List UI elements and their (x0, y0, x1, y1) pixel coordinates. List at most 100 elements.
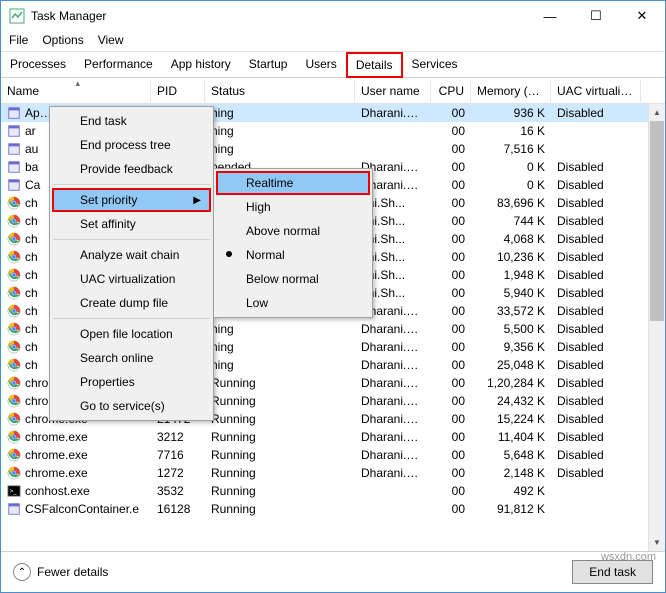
cell-cpu: 00 (431, 412, 471, 426)
cell-user: Dharani.Sh... (355, 340, 431, 354)
menu-view[interactable]: View (98, 33, 124, 47)
cell-uac: Disabled (551, 106, 641, 120)
chevron-up-icon: ⌃ (13, 563, 31, 581)
cell-status: ning (205, 142, 355, 156)
ctx-uac[interactable]: UAC virtualization (52, 267, 211, 291)
header-memory[interactable]: Memory (a... (471, 80, 551, 102)
tab-services[interactable]: Services (403, 52, 467, 78)
cell-uac: Disabled (551, 430, 641, 444)
ctx-goto-services[interactable]: Go to service(s) (52, 394, 211, 418)
task-manager-window: Task Manager — ☐ ✕ File Options View Pro… (0, 0, 666, 593)
cell-name: CSFalconContainer.e (1, 502, 151, 517)
priority-low[interactable]: Low (216, 291, 370, 315)
header-user[interactable]: User name (355, 80, 431, 102)
priority-submenu: Realtime High Above normal Normal Below … (213, 168, 373, 318)
ctx-end-task[interactable]: End task (52, 109, 211, 133)
cell-cpu: 00 (431, 376, 471, 390)
maximize-button[interactable]: ☐ (573, 1, 619, 31)
ctx-separator (53, 184, 210, 185)
ctx-set-affinity[interactable]: Set affinity (52, 212, 211, 236)
menu-file[interactable]: File (9, 33, 28, 47)
priority-realtime[interactable]: Realtime (216, 171, 370, 195)
cell-cpu: 00 (431, 268, 471, 282)
cell-cpu: 00 (431, 448, 471, 462)
scroll-up-icon[interactable]: ▲ (649, 104, 665, 121)
process-icon (7, 466, 21, 480)
cell-uac: Disabled (551, 448, 641, 462)
cell-cpu: 00 (431, 286, 471, 300)
process-icon (7, 286, 21, 300)
cell-memory: 5,940 K (471, 286, 551, 300)
tabs: Processes Performance App history Startu… (1, 52, 665, 78)
scroll-down-icon[interactable]: ▼ (649, 534, 665, 551)
cell-memory: 744 K (471, 214, 551, 228)
titlebar[interactable]: Task Manager — ☐ ✕ (1, 1, 665, 31)
tab-users[interactable]: Users (296, 52, 345, 78)
cell-memory: 4,068 K (471, 232, 551, 246)
cell-cpu: 00 (431, 106, 471, 120)
table-row[interactable]: chrome.exe7716RunningDharani.Sh...005,64… (1, 446, 665, 464)
cell-cpu: 00 (431, 250, 471, 264)
ctx-search-online[interactable]: Search online (52, 346, 211, 370)
cell-uac: Disabled (551, 160, 641, 174)
cell-uac: Disabled (551, 214, 641, 228)
ctx-end-tree[interactable]: End process tree (52, 133, 211, 157)
cell-memory: 1,948 K (471, 268, 551, 282)
header-status[interactable]: Status (205, 80, 355, 102)
column-headers: Name▴ PID Status User name CPU Memory (a… (1, 78, 665, 104)
ctx-open-location[interactable]: Open file location (52, 322, 211, 346)
cell-pid: 3532 (151, 484, 205, 498)
cell-memory: 33,572 K (471, 304, 551, 318)
process-icon (7, 376, 21, 390)
process-icon (7, 196, 21, 210)
end-task-button[interactable]: End task (572, 560, 653, 584)
radio-dot-icon (226, 251, 232, 257)
cell-cpu: 00 (431, 304, 471, 318)
table-row[interactable]: >_conhost.exe3532Running00492 K (1, 482, 665, 500)
ctx-feedback[interactable]: Provide feedback (52, 157, 211, 181)
process-icon (7, 412, 21, 426)
cell-memory: 492 K (471, 484, 551, 498)
ctx-analyze[interactable]: Analyze wait chain (52, 243, 211, 267)
header-cpu[interactable]: CPU (431, 80, 471, 102)
tab-performance[interactable]: Performance (75, 52, 162, 78)
ctx-dump[interactable]: Create dump file (52, 291, 211, 315)
scrollbar[interactable]: ▲ ▼ (648, 104, 665, 551)
scroll-thumb[interactable] (650, 121, 664, 321)
tab-app-history[interactable]: App history (162, 52, 240, 78)
cell-status: Running (205, 448, 355, 462)
tab-details[interactable]: Details (346, 52, 403, 78)
table-row[interactable]: chrome.exe3212RunningDharani.Sh...0011,4… (1, 428, 665, 446)
cell-uac: Disabled (551, 358, 641, 372)
cell-status: ning (205, 322, 355, 336)
menu-options[interactable]: Options (42, 33, 83, 47)
header-pid[interactable]: PID (151, 80, 205, 102)
table-row[interactable]: CSFalconContainer.e16128Running0091,812 … (1, 500, 665, 518)
fewer-details-button[interactable]: ⌃ Fewer details (13, 563, 572, 581)
tab-processes[interactable]: Processes (1, 52, 75, 78)
cell-memory: 83,696 K (471, 196, 551, 210)
tab-startup[interactable]: Startup (240, 52, 297, 78)
cell-pid: 1272 (151, 466, 205, 480)
table-row[interactable]: chrome.exe1272RunningDharani.Sh...002,14… (1, 464, 665, 482)
submenu-arrow-icon: ▶ (193, 195, 201, 206)
priority-normal[interactable]: Normal (216, 243, 370, 267)
close-button[interactable]: ✕ (619, 1, 665, 31)
process-icon (7, 394, 21, 408)
minimize-button[interactable]: — (527, 1, 573, 31)
cell-name: chrome.exe (1, 430, 151, 445)
ctx-set-priority[interactable]: Set priority▶ (52, 188, 211, 212)
cell-uac: Disabled (551, 394, 641, 408)
priority-below-normal[interactable]: Below normal (216, 267, 370, 291)
ctx-properties[interactable]: Properties (52, 370, 211, 394)
priority-high[interactable]: High (216, 195, 370, 219)
cell-status: Running (205, 412, 355, 426)
header-uac[interactable]: UAC virtualizat... (551, 80, 641, 102)
footer: ⌃ Fewer details End task (1, 551, 665, 592)
cell-memory: 0 K (471, 160, 551, 174)
header-name[interactable]: Name▴ (1, 80, 151, 102)
priority-above-normal[interactable]: Above normal (216, 219, 370, 243)
cell-uac: Disabled (551, 340, 641, 354)
process-icon (7, 502, 21, 516)
cell-uac: Disabled (551, 250, 641, 264)
